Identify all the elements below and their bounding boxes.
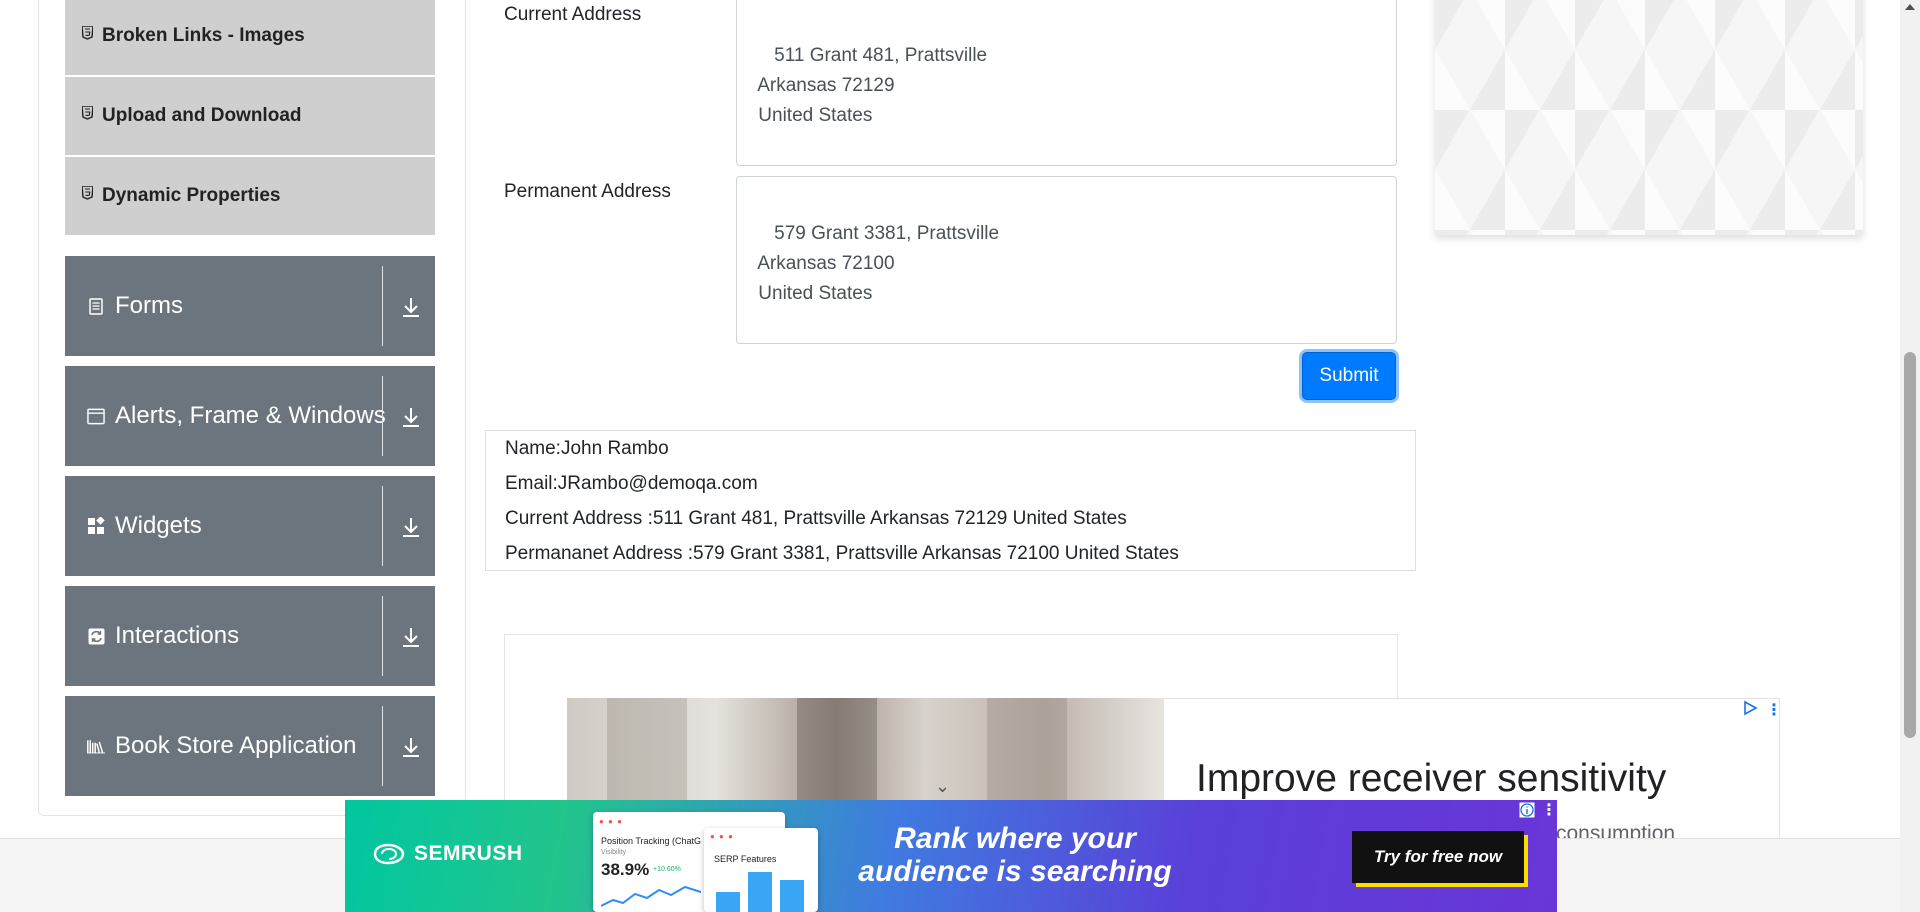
output-current-address: Current Address :511 Grant 481, Prattsvi… — [505, 508, 1127, 529]
books-icon — [87, 737, 105, 755]
sidebar-item-label: Broken Links - Images — [102, 25, 305, 46]
sidebar-group-label: Widgets — [115, 512, 202, 539]
sidebar-group-label: Alerts, Frame & Windows — [115, 402, 386, 429]
divider — [382, 266, 383, 346]
sidebar-group-forms[interactable]: Forms — [65, 256, 435, 356]
html5-icon — [81, 104, 94, 123]
output-box: Name:John Rambo Email:JRambo@demoqa.com … — [485, 430, 1416, 571]
widgets-icon — [87, 517, 105, 535]
sidebar-group-label: Interactions — [115, 622, 240, 649]
ad-choices-icon[interactable] — [1742, 700, 1758, 716]
scrollbar-thumb[interactable] — [1904, 352, 1916, 738]
sidebar-item-broken-links[interactable]: Broken Links - Images — [65, 0, 435, 75]
html5-icon — [81, 184, 94, 203]
screenshot-title: Position Tracking (ChatG — [601, 836, 702, 846]
sidebar-group-label: Book Store Application — [115, 732, 357, 759]
scroll-up-arrow-icon[interactable] — [1905, 4, 1915, 10]
sidebar-group-widgets[interactable]: Widgets — [65, 476, 435, 576]
sidebar-group-book-store[interactable]: Book Store Application — [65, 696, 435, 796]
serp-title: SERP Features — [714, 854, 777, 864]
info-icon[interactable] — [1519, 802, 1535, 818]
try-free-button[interactable]: Try for free now — [1352, 831, 1524, 883]
download-icon[interactable] — [400, 736, 422, 758]
page: Broken Links - Images Upload and Downloa… — [0, 0, 1920, 912]
download-icon[interactable] — [400, 406, 422, 428]
download-icon[interactable] — [400, 626, 422, 648]
sidebar-group-label: Forms — [115, 292, 183, 319]
banner-screenshot-serp: ● ● ● SERP Features — [704, 828, 818, 912]
sidebar-group-interactions[interactable]: Interactions — [65, 586, 435, 686]
permanent-address-textarea[interactable]: 579 Grant 3381, Prattsville Arkansas 721… — [736, 176, 1397, 344]
output-email: Email:JRambo@demoqa.com — [505, 473, 758, 494]
ad-title[interactable]: Improve receiver sensitivity — [1196, 757, 1666, 801]
browser-window-icon — [87, 407, 105, 425]
divider — [382, 596, 383, 676]
sidebar-item-label: Upload and Download — [102, 105, 302, 126]
resize-grip-icon[interactable] — [1384, 153, 1394, 163]
refresh-icon — [87, 627, 105, 645]
side-pattern-panel — [1435, 0, 1863, 235]
html5-icon — [81, 24, 94, 43]
banner-headline: Rank where your audience is searching — [858, 822, 1172, 888]
output-permanent-address: Permananet Address :579 Grant 3381, Prat… — [505, 543, 1179, 564]
resize-grip-icon[interactable] — [1384, 331, 1394, 341]
screenshot-metric: 38.9% — [601, 860, 650, 879]
permanent-address-label: Permanent Address — [504, 181, 671, 202]
scrollbar[interactable] — [1900, 0, 1920, 912]
screenshot-metric-label: Visibility — [601, 849, 627, 856]
sparkline — [601, 885, 701, 907]
semrush-flame-icon — [373, 843, 405, 865]
divider — [382, 376, 383, 456]
semrush-logo: SEMRUSH — [373, 842, 523, 866]
permanent-address-value: 579 Grant 3381, Prattsville Arkansas 721… — [757, 223, 1000, 304]
current-address-textarea[interactable]: 511 Grant 481, Prattsville Arkansas 7212… — [736, 0, 1397, 166]
semrush-banner-ad[interactable]: SEMRUSH ● ● ● Position Tracking (ChatG V… — [345, 800, 1557, 912]
current-address-value: 511 Grant 481, Prattsville Arkansas 7212… — [757, 45, 988, 126]
ad-menu-icon[interactable]: ⋮ — [1766, 700, 1782, 720]
semrush-brand-text: SEMRUSH — [414, 842, 523, 865]
divider — [382, 486, 383, 566]
chevron-down-icon: ⌄ — [935, 776, 951, 796]
download-icon[interactable] — [400, 296, 422, 318]
download-icon[interactable] — [400, 516, 422, 538]
sidebar-item-label: Dynamic Properties — [102, 185, 281, 206]
banner-menu-icon[interactable]: ⋮ — [1541, 800, 1557, 820]
divider — [382, 706, 383, 786]
submit-button[interactable]: Submit — [1302, 352, 1396, 400]
serp-bar — [780, 880, 804, 912]
serp-bar — [716, 892, 740, 912]
sidebar-group-alerts[interactable]: Alerts, Frame & Windows — [65, 366, 435, 466]
output-name: Name:John Rambo — [505, 438, 669, 459]
current-address-label: Current Address — [504, 4, 642, 25]
sidebar-item-upload-download[interactable]: Upload and Download — [65, 77, 435, 155]
serp-bar — [748, 872, 772, 912]
sidebar-item-dynamic-properties[interactable]: Dynamic Properties — [65, 157, 435, 235]
document-icon — [87, 297, 105, 315]
screenshot-delta: +10.60% — [653, 866, 681, 873]
